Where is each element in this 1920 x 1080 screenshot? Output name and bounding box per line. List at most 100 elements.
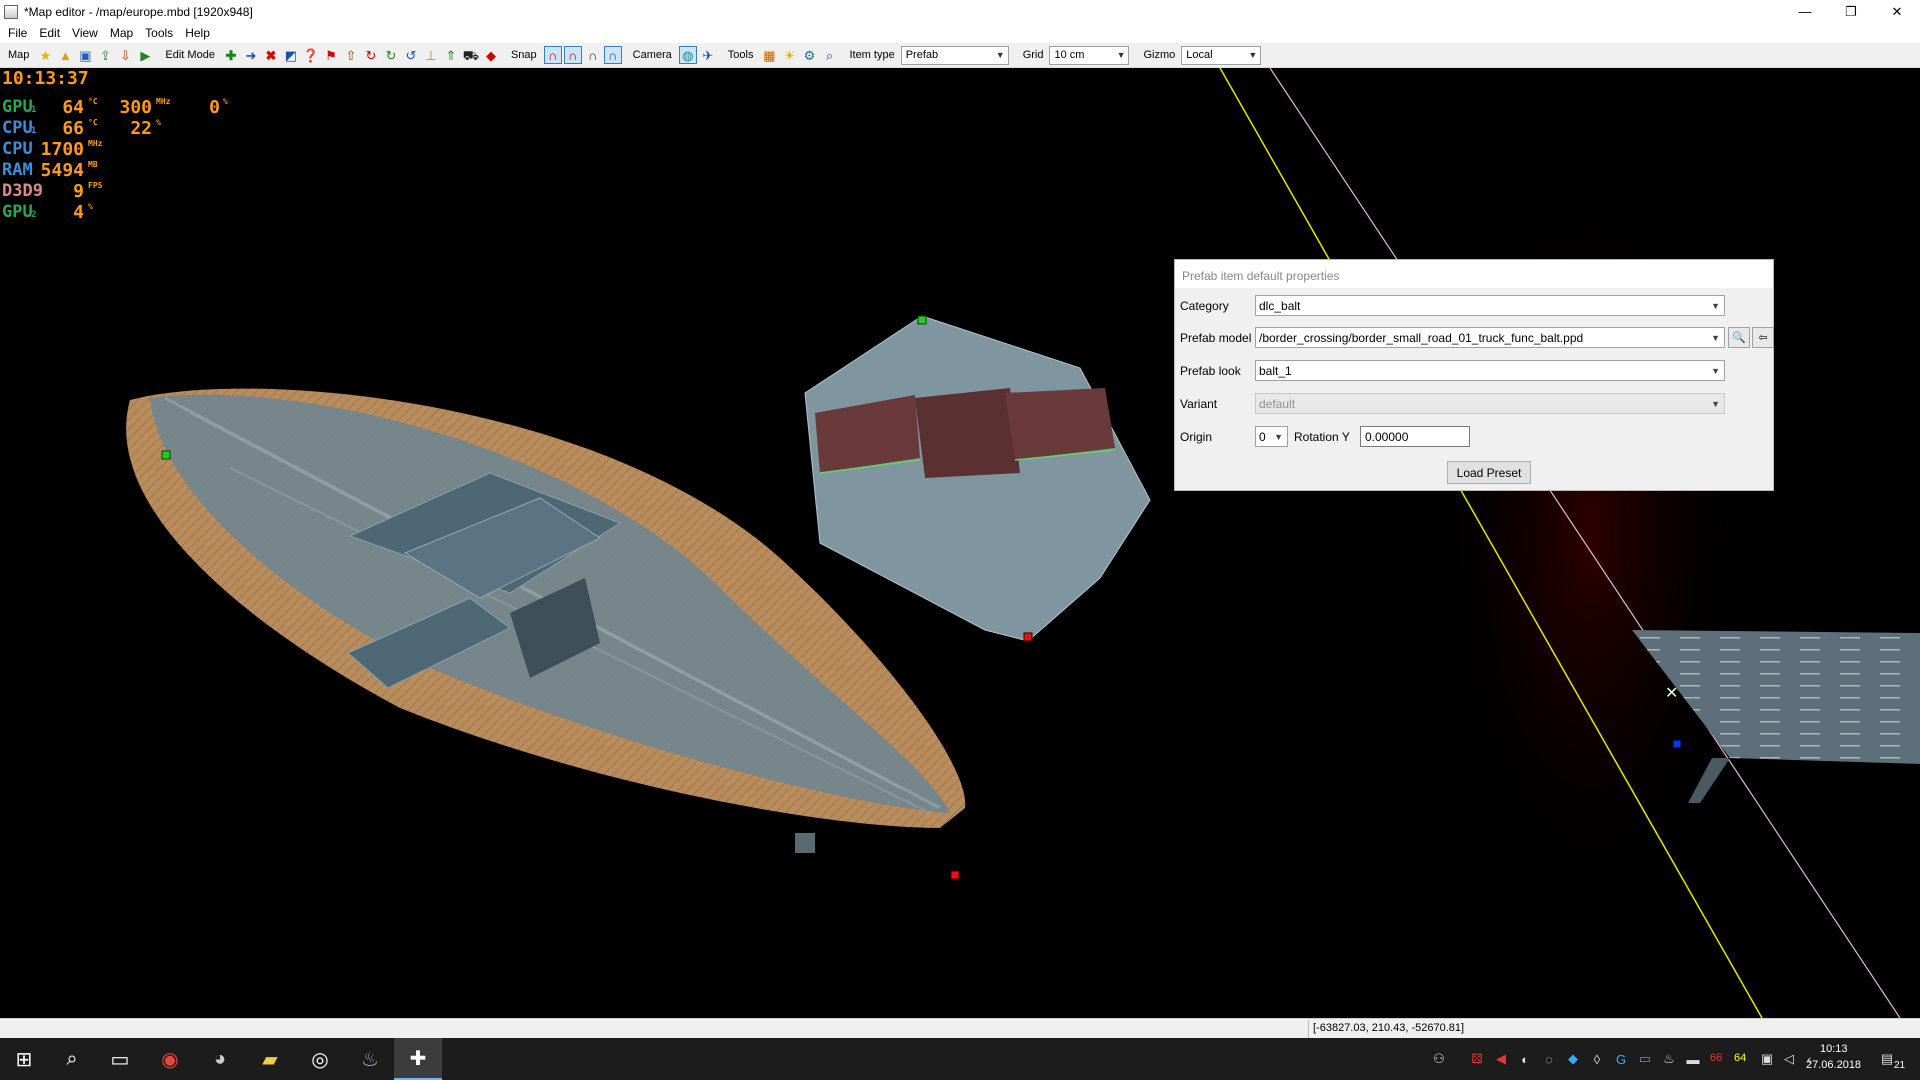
hud-metric-value: 66 xyxy=(62,118,84,139)
menu-tools[interactable]: Tools xyxy=(139,23,179,43)
move-icon[interactable]: ➜ xyxy=(242,46,260,64)
gizmo-label: Gizmo xyxy=(1143,49,1176,61)
vehicles-icon[interactable]: ⛟ xyxy=(462,46,480,64)
depot-prefab[interactable] xyxy=(804,315,1151,642)
prefab-model-select[interactable]: /border_crossing/border_small_road_01_tr… xyxy=(1255,327,1725,348)
map-editor-icon[interactable]: ✚ xyxy=(394,1038,442,1080)
file-explorer-icon[interactable]: ▰ xyxy=(246,1038,294,1080)
hud-metric-value: 4 xyxy=(73,202,84,223)
hud-metric-value: 1700 xyxy=(40,139,84,160)
taskbar-date[interactable]: 27.06.2018 xyxy=(1806,1059,1861,1071)
tools-label: Tools xyxy=(727,49,754,61)
browse-model-button[interactable]: 🔍 xyxy=(1728,327,1750,348)
import-icon[interactable]: ⇩ xyxy=(116,46,134,64)
network-app-icon[interactable]: ◊ xyxy=(1588,1050,1606,1068)
hud-metric-value: 9 xyxy=(73,181,84,202)
menu-file[interactable]: File xyxy=(2,23,33,43)
node-green[interactable] xyxy=(917,315,927,325)
gamepad-icon[interactable]: ⚄ xyxy=(1468,1050,1486,1068)
item-type-label: Item type xyxy=(849,49,895,61)
properties-icon[interactable]: ◩ xyxy=(282,46,300,64)
windows-taskbar: ⊞ ⌕ ▭ ◉ ◕ ▰ ◎ ♨ ✚ ⚇ ⚄ ◀ ◐ ◌ ◆ ◊ G ▭ ♨ ▬ … xyxy=(0,1038,1920,1080)
node-red[interactable] xyxy=(950,870,960,880)
node-blue[interactable] xyxy=(1672,739,1682,749)
menu-help[interactable]: Help xyxy=(179,23,216,43)
menu-edit[interactable]: Edit xyxy=(33,23,66,43)
battery-icon[interactable]: ▬ xyxy=(1684,1050,1702,1068)
circle-icon[interactable]: ◌ xyxy=(1540,1050,1558,1068)
marker-icon[interactable]: ⇧ xyxy=(342,46,360,64)
minimize-button[interactable]: — xyxy=(1782,0,1828,23)
grid-select[interactable]: 10 cm ▼ xyxy=(1049,45,1130,65)
sun-icon[interactable]: ☀ xyxy=(780,46,798,64)
category-select[interactable]: dlc_balt ▼ xyxy=(1255,295,1725,316)
stamp-icon[interactable]: ⊥ xyxy=(422,46,440,64)
delete-icon[interactable]: ✖ xyxy=(262,46,280,64)
people-icon[interactable]: ⚇ xyxy=(1430,1050,1448,1068)
snap-label: Snap xyxy=(510,49,537,61)
menu-view[interactable]: View xyxy=(66,23,104,43)
raise-icon[interactable]: ⇑ xyxy=(442,46,460,64)
save-icon[interactable]: ▣ xyxy=(76,46,94,64)
display-icon[interactable]: ▭ xyxy=(1636,1050,1654,1068)
magnet-grid-icon[interactable]: ∩ xyxy=(603,46,622,64)
palette-icon[interactable]: ▦ xyxy=(760,46,778,64)
chevron-down-icon: ▼ xyxy=(1711,398,1720,409)
chevron-down-icon: ▼ xyxy=(1248,50,1258,60)
media-icon[interactable]: ◐ xyxy=(1516,1050,1534,1068)
cycle-icon[interactable]: ↺ xyxy=(402,46,420,64)
steam-tray-icon[interactable]: ♨ xyxy=(1660,1050,1678,1068)
help-circle-icon[interactable]: ❓ xyxy=(302,46,320,64)
refresh-icon[interactable]: ↻ xyxy=(382,46,400,64)
logitech-icon[interactable]: G xyxy=(1612,1050,1630,1068)
mouse-app-icon[interactable]: ◕ xyxy=(196,1038,244,1080)
magnet-icon[interactable]: ∩ xyxy=(543,46,562,64)
road-node-x-icon[interactable]: ✕ xyxy=(1665,683,1678,702)
pick-model-button[interactable]: ⇦ xyxy=(1752,327,1774,348)
media-player-icon[interactable]: ◎ xyxy=(296,1038,344,1080)
magnet-alt-icon[interactable]: ∩ xyxy=(563,46,582,64)
dropbox-icon[interactable]: ◆ xyxy=(1564,1050,1582,1068)
map-viewport[interactable]: ✕ xyxy=(0,68,1920,1018)
rotation-y-label: Rotation Y xyxy=(1294,430,1350,444)
bird-icon[interactable]: ✈ xyxy=(699,46,717,64)
speaker-app-icon[interactable]: ◀ xyxy=(1492,1050,1510,1068)
rotate-icon[interactable]: ↻ xyxy=(362,46,380,64)
node-green[interactable] xyxy=(161,450,171,460)
title-bar: *Map editor - /map/europe.mbd [1920x948]… xyxy=(0,0,1920,23)
volume-icon[interactable]: ◁ xyxy=(1780,1050,1798,1068)
node-red[interactable] xyxy=(1023,632,1033,642)
camera-label: Camera xyxy=(632,49,672,61)
menu-map[interactable]: Map xyxy=(104,23,139,43)
car-icon[interactable]: ◆ xyxy=(482,46,500,64)
windows-start-icon[interactable]: ⊞ xyxy=(0,1038,48,1080)
scene-canvas[interactable]: ✕ xyxy=(0,68,1920,1018)
hud-metric-unit: % xyxy=(223,97,228,106)
play-icon[interactable]: ▶ xyxy=(136,46,154,64)
add-icon[interactable]: ✚ xyxy=(222,46,240,64)
origin-select[interactable]: 0 ▼ xyxy=(1255,426,1288,447)
close-button[interactable]: ✕ xyxy=(1874,0,1920,23)
steam-icon[interactable]: ♨ xyxy=(346,1038,394,1080)
magnet-off-icon[interactable]: ∩ xyxy=(584,46,602,64)
chrome-icon[interactable]: ◉ xyxy=(146,1038,194,1080)
rotation-y-input[interactable] xyxy=(1360,426,1470,447)
search-icon[interactable]: ⌕ xyxy=(48,1038,96,1080)
restore-button[interactable]: ❐ xyxy=(1828,0,1874,23)
hud-metric-unit: % xyxy=(88,202,93,211)
star-icon[interactable]: ★ xyxy=(36,46,54,64)
hud-metric-unit: MB xyxy=(88,160,98,169)
flag-icon[interactable]: ⚑ xyxy=(322,46,340,64)
export-icon[interactable]: ⇪ xyxy=(96,46,114,64)
prefab-look-select[interactable]: balt_1 ▼ xyxy=(1255,360,1725,381)
task-view-icon[interactable]: ▭ xyxy=(96,1038,144,1080)
gear-icon[interactable]: ⚙ xyxy=(800,46,818,64)
globe-icon[interactable]: ◍ xyxy=(678,46,697,64)
gizmo-select[interactable]: Local ▼ xyxy=(1181,45,1262,65)
load-preset-button[interactable]: Load Preset xyxy=(1447,461,1531,484)
taskbar-time[interactable]: 10:13 xyxy=(1820,1043,1848,1055)
search-icon[interactable]: ⌕ xyxy=(820,46,838,64)
monitor-icon[interactable]: ▣ xyxy=(1758,1050,1776,1068)
open-folder-icon[interactable]: ▲ xyxy=(56,46,74,64)
item-type-select[interactable]: Prefab ▼ xyxy=(900,45,1009,65)
